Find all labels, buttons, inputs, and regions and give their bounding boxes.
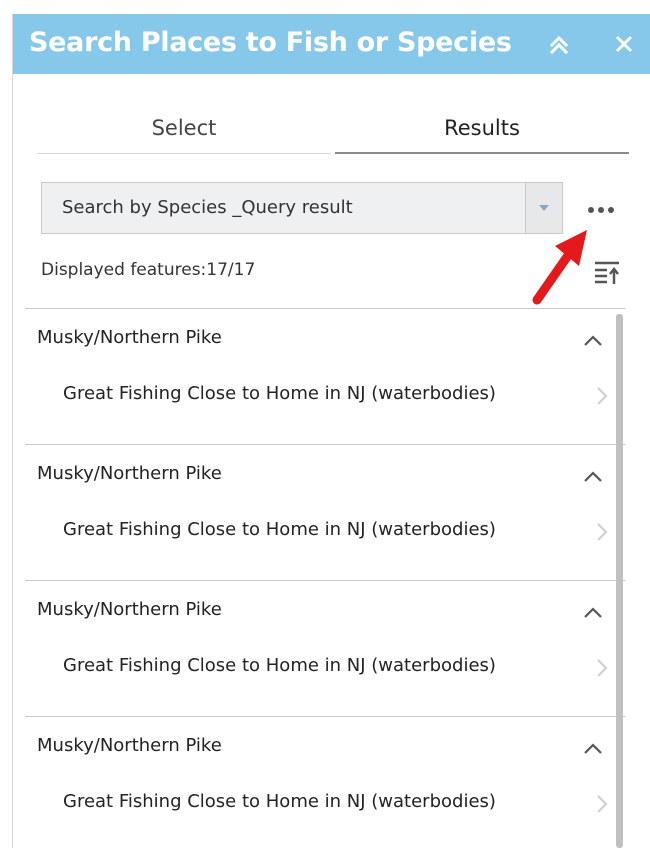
more-options-button[interactable] xyxy=(581,198,621,222)
result-item-label: Great Fishing Close to Home in NJ (water… xyxy=(63,519,496,540)
panel-title-bar: Search Places to Fish or Species xyxy=(13,14,650,74)
chevron-up-icon xyxy=(584,743,602,754)
sort-icon xyxy=(595,261,619,284)
chevron-up-icon xyxy=(584,471,602,482)
result-group: Musky/Northern Pike Great Fishing Close … xyxy=(25,444,625,580)
close-icon xyxy=(615,35,633,53)
result-item[interactable]: Great Fishing Close to Home in NJ (water… xyxy=(25,779,617,827)
result-item-label: Great Fishing Close to Home in NJ (water… xyxy=(63,655,496,676)
result-group-header: Musky/Northern Pike xyxy=(37,327,222,348)
chevron-right-icon xyxy=(597,659,608,677)
collapse-button[interactable] xyxy=(543,28,575,60)
result-group-header: Musky/Northern Pike xyxy=(37,735,222,756)
result-item[interactable]: Great Fishing Close to Home in NJ (water… xyxy=(25,507,617,555)
result-item-label: Great Fishing Close to Home in NJ (water… xyxy=(63,383,496,404)
panel-title: Search Places to Fish or Species xyxy=(29,27,512,58)
query-result-select[interactable]: Search by Species _Query result xyxy=(41,182,563,234)
tab-bar: Select Results xyxy=(37,106,629,156)
result-item[interactable]: Great Fishing Close to Home in NJ (water… xyxy=(25,643,617,691)
red-arrow-annotation xyxy=(532,230,587,305)
caret-down-icon xyxy=(539,205,549,211)
chevron-up-icon xyxy=(584,335,602,346)
group-collapse-toggle[interactable] xyxy=(581,467,605,487)
close-button[interactable] xyxy=(608,28,640,60)
results-list: Musky/Northern Pike Great Fishing Close … xyxy=(25,308,625,848)
search-panel: Search Places to Fish or Species Select … xyxy=(12,14,650,848)
tab-results[interactable]: Results xyxy=(335,106,629,154)
result-group: Musky/Northern Pike Great Fishing Close … xyxy=(25,580,625,716)
group-collapse-toggle[interactable] xyxy=(581,603,605,623)
double-chevron-up-icon xyxy=(549,35,569,55)
result-group-header: Musky/Northern Pike xyxy=(37,599,222,620)
chevron-right-icon xyxy=(597,387,608,405)
result-group-header: Musky/Northern Pike xyxy=(37,463,222,484)
group-collapse-toggle[interactable] xyxy=(581,331,605,351)
chevron-up-icon xyxy=(584,607,602,618)
chevron-right-icon xyxy=(597,795,608,813)
results-scrollbar[interactable] xyxy=(616,314,623,848)
sort-button[interactable] xyxy=(591,258,623,290)
chevron-right-icon xyxy=(597,523,608,541)
tab-select[interactable]: Select xyxy=(37,106,331,154)
group-collapse-toggle[interactable] xyxy=(581,739,605,759)
result-item[interactable]: Great Fishing Close to Home in NJ (water… xyxy=(25,371,617,419)
displayed-features-count: Displayed features:17/17 xyxy=(41,260,256,280)
query-result-select-value: Search by Species _Query result xyxy=(62,197,353,218)
more-horizontal-icon xyxy=(588,207,614,213)
result-item-label: Great Fishing Close to Home in NJ (water… xyxy=(63,791,496,812)
result-group: Musky/Northern Pike Great Fishing Close … xyxy=(25,716,625,852)
result-group: Musky/Northern Pike Great Fishing Close … xyxy=(25,308,625,444)
